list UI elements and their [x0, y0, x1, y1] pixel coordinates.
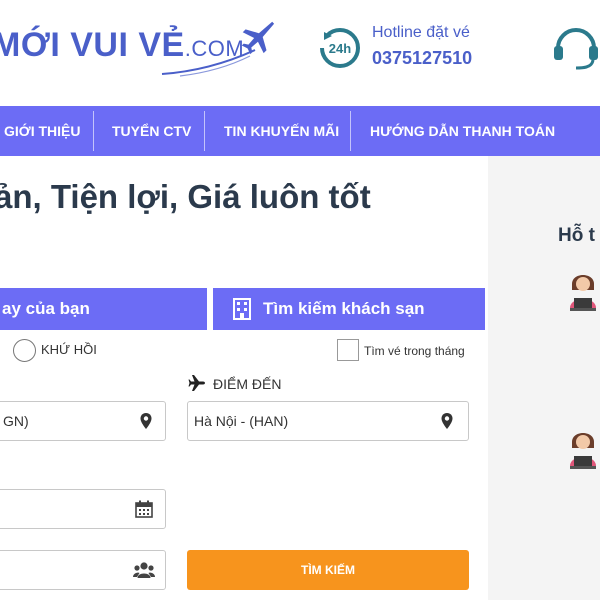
- logo-text: MỚI VUI VẺ: [0, 26, 185, 64]
- map-pin-icon: [441, 413, 453, 429]
- headset-icon: [554, 28, 598, 70]
- site-header: MỚI VUI VẺ.COM 24h Hotline đặt vé 037512…: [0, 0, 600, 106]
- destination-input[interactable]: Hà Nội - (HAN): [187, 401, 469, 441]
- round-trip-label: KHỨ HỒI: [41, 342, 97, 357]
- passengers-input[interactable]: [0, 550, 166, 590]
- origin-input[interactable]: GN): [0, 401, 166, 441]
- logo-swoosh-icon: [161, 49, 256, 77]
- support-agent-avatar[interactable]: [566, 426, 600, 470]
- nav-item-about[interactable]: GIỚI THIỆU: [4, 106, 81, 156]
- nav-item-promotions[interactable]: TIN KHUYẾN MÃI: [224, 106, 339, 156]
- nav-item-recruit[interactable]: TUYỂN CTV: [112, 106, 191, 156]
- support-agent-avatar[interactable]: [566, 268, 600, 312]
- tab-hotel-search[interactable]: Tìm kiếm khách sạn: [213, 288, 485, 330]
- round-trip-radio[interactable]: [13, 339, 36, 362]
- nav-divider: [204, 111, 205, 151]
- nav-item-payment-guide[interactable]: HƯỚNG DẪN THANH TOÁN: [370, 106, 555, 156]
- page-headline: ản, Tiện lợi, Giá luôn tốt: [0, 178, 371, 215]
- departure-date-input[interactable]: [0, 489, 166, 529]
- page: MỚI VUI VẺ.COM 24h Hotline đặt vé 037512…: [0, 0, 600, 600]
- hotline-24h-icon: 24h: [319, 28, 360, 68]
- building-icon: [233, 298, 251, 320]
- origin-value: GN): [3, 413, 29, 429]
- sidebar-area: [488, 156, 600, 600]
- tab-hotel-label: Tìm kiếm khách sạn: [263, 299, 425, 318]
- hotline-label: Hotline đặt vé: [372, 24, 470, 41]
- airplane-icon: [188, 375, 205, 391]
- main-nav: GIỚI THIỆU TUYỂN CTV TIN KHUYẾN MÃI HƯỚN…: [0, 106, 600, 156]
- svg-text:24h: 24h: [329, 41, 351, 56]
- destination-label: ĐIỂM ĐẾN: [213, 376, 282, 392]
- map-pin-icon: [140, 413, 152, 429]
- hotline-number[interactable]: 0375127510: [372, 48, 472, 69]
- nav-divider: [93, 111, 94, 151]
- support-title: Hỗ t: [558, 225, 595, 246]
- search-button[interactable]: TÌM KIẾM: [187, 550, 469, 590]
- calendar-icon: [135, 500, 153, 518]
- tab-flight-search[interactable]: ay của bạn: [0, 288, 207, 330]
- destination-value: Hà Nội - (HAN): [194, 413, 289, 429]
- nav-divider: [350, 111, 351, 151]
- month-search-label: Tìm vé trong tháng: [364, 344, 465, 358]
- users-icon: [133, 562, 155, 578]
- month-search-checkbox[interactable]: [337, 339, 359, 361]
